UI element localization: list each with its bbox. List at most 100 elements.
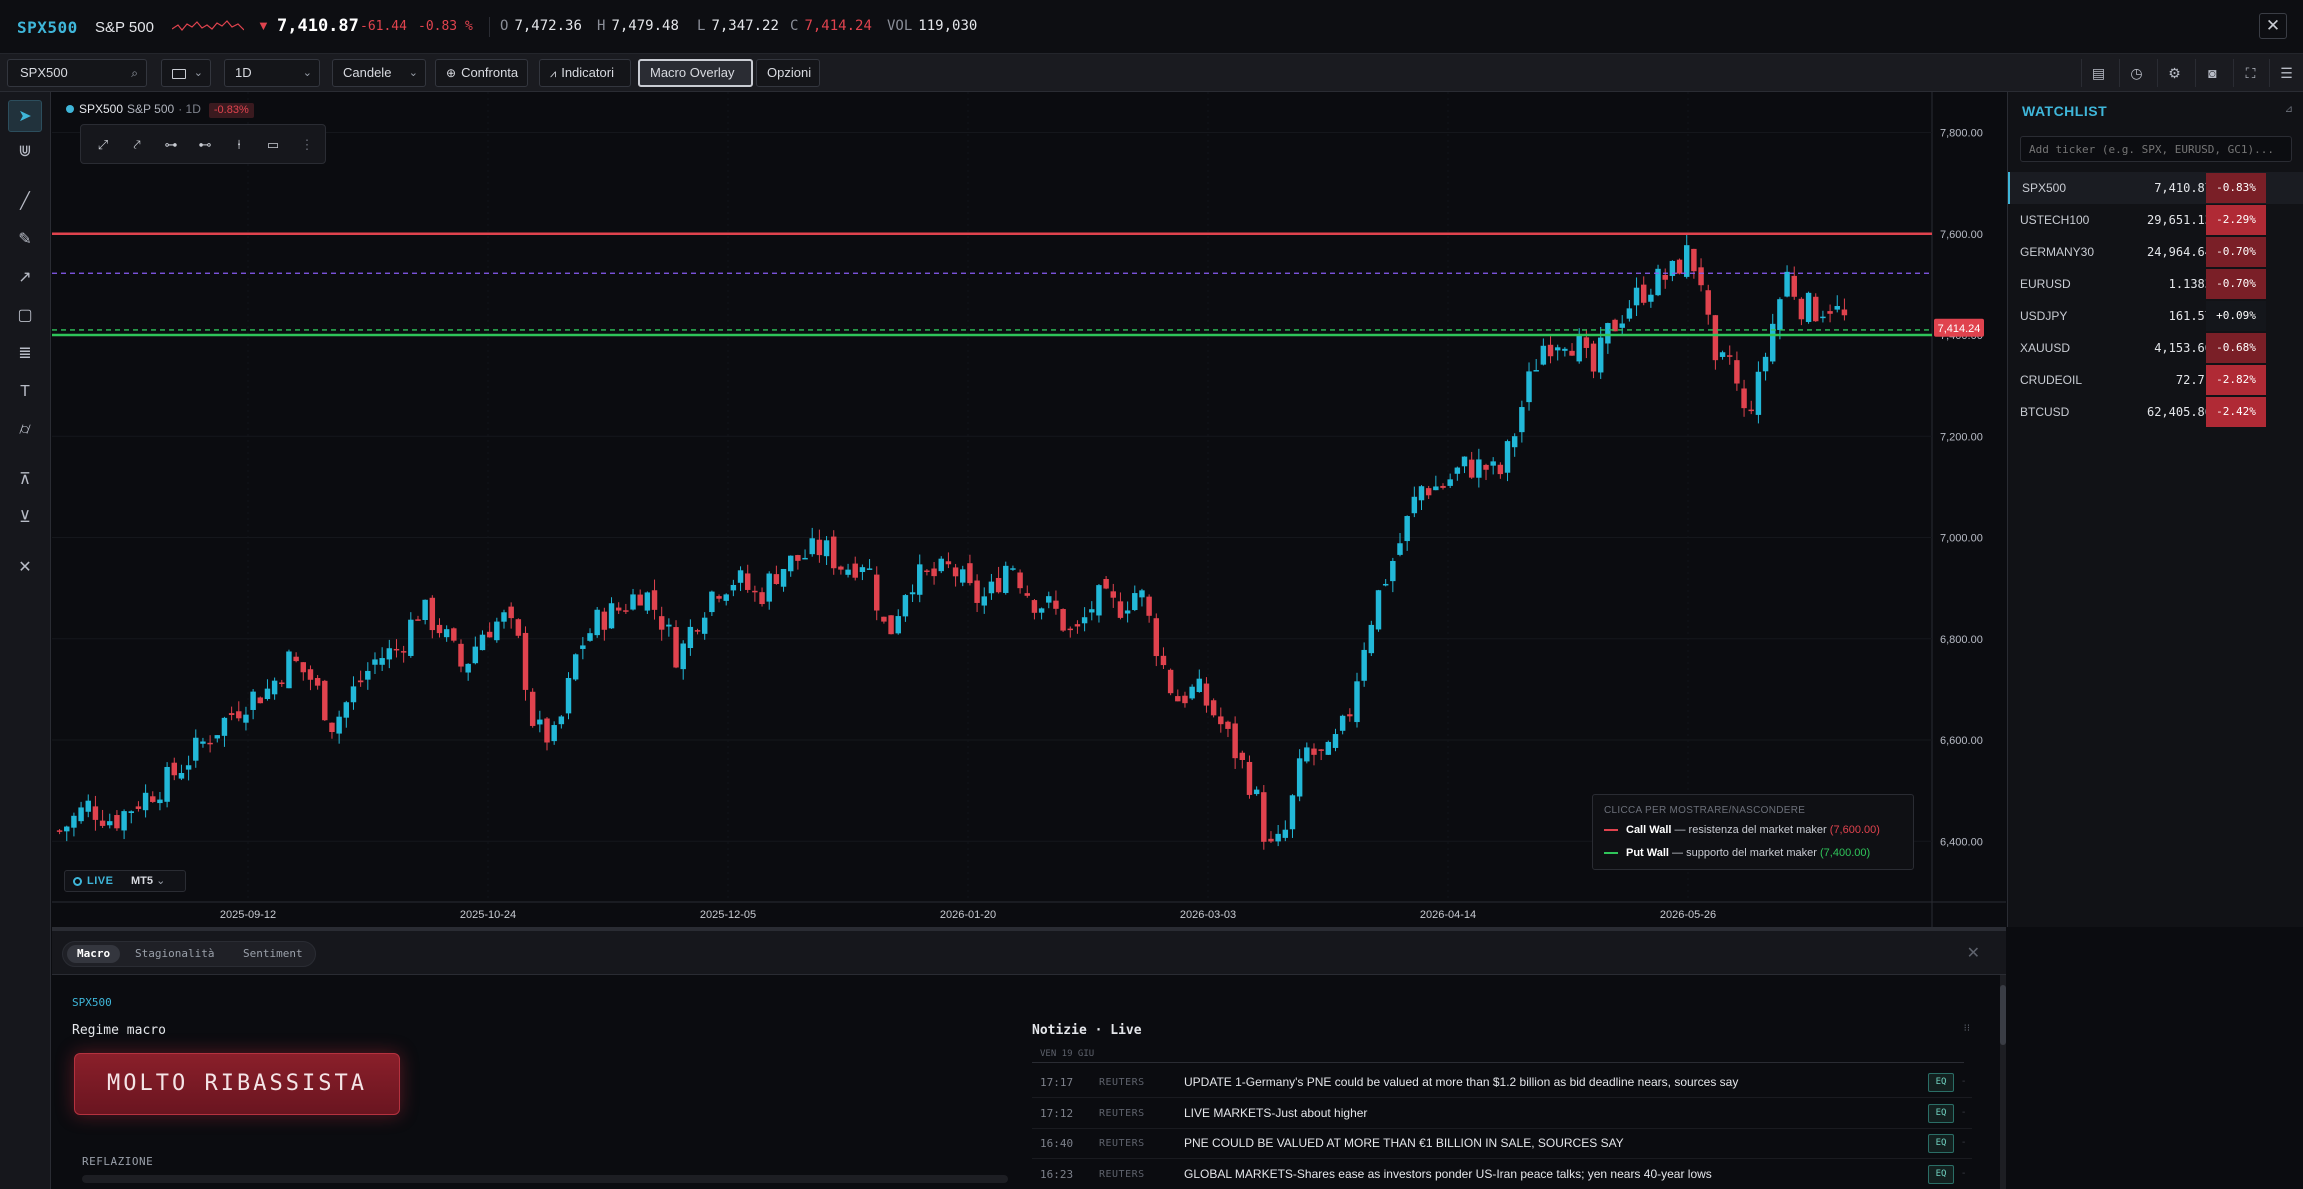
- candle: [773, 574, 780, 584]
- data-source-selector[interactable]: LIVE MT5 ⌄: [64, 870, 186, 892]
- rect-icon[interactable]: ▭: [263, 135, 283, 155]
- candle: [1698, 267, 1704, 286]
- pencil-icon[interactable]: ✎: [8, 224, 42, 256]
- panel-symbol: SPX500: [72, 996, 112, 1009]
- hline-icon[interactable]: ⊶: [161, 135, 181, 155]
- call-wall-entry[interactable]: Call Wall — resistenza del market maker …: [1604, 824, 1880, 836]
- ruler-icon[interactable]: ⌭: [8, 414, 42, 446]
- candle: [1046, 596, 1052, 603]
- y-tick-label: 6,800.00: [1940, 634, 1983, 646]
- clock-icon[interactable]: ◷: [2119, 59, 2153, 87]
- put-wall-entry[interactable]: Put Wall — supporto del market maker (7,…: [1604, 847, 1870, 859]
- candle: [1189, 686, 1195, 699]
- candle: [1562, 348, 1568, 351]
- segment-icon[interactable]: ⤢: [93, 135, 113, 155]
- macro-overlay-button[interactable]: Macro Overlay: [638, 59, 753, 87]
- symbol-search[interactable]: SPX500 ⌕: [7, 59, 147, 87]
- watchlist-row[interactable]: XAUUSD 4,153.60 -0.68%: [2008, 332, 2303, 364]
- scrollbar[interactable]: [2000, 975, 2006, 1189]
- candle: [1583, 337, 1590, 348]
- price-chart[interactable]: 6,400.00 6,600.00 6,800.00 7,000.00 7,200.00…: [52, 92, 2006, 927]
- watchlist-row[interactable]: USTECH100 29,651.13 -2.29%: [2008, 204, 2303, 236]
- put-wall-name: Put Wall: [1626, 847, 1669, 859]
- watchlist-row[interactable]: SPX500 7,410.87 -0.83%: [2008, 172, 2303, 204]
- candle: [1404, 516, 1410, 542]
- close-icon[interactable]: ✕: [1967, 943, 1980, 963]
- watchlist-row[interactable]: GERMANY30 24,964.64 -0.70%: [2008, 236, 2303, 268]
- divider: [1032, 1062, 1964, 1063]
- candle: [895, 616, 901, 634]
- quote-change-pct: -0.83 %: [418, 19, 473, 34]
- quote-symbol: SPX500: [17, 18, 78, 37]
- chart-type-select[interactable]: Candele ⌄: [332, 59, 426, 87]
- vline-icon[interactable]: ⍿: [229, 135, 249, 155]
- news-tag[interactable]: EQ: [1928, 1103, 1954, 1123]
- add-ticker-input[interactable]: [2020, 136, 2292, 162]
- layout-select[interactable]: ⌄: [161, 59, 211, 87]
- walls-legend[interactable]: CLICCA PER MOSTRARE/NASCONDERE Call Wall…: [1592, 794, 1914, 870]
- magnet-icon[interactable]: ⋓: [8, 136, 42, 168]
- tab-sentiment[interactable]: Sentiment: [233, 945, 313, 963]
- fullscreen-icon[interactable]: ⛶: [2233, 59, 2267, 87]
- news-row[interactable]: 17:17 REUTERS UPDATE 1-Germany's PNE could…: [1032, 1068, 1972, 1098]
- news-headline: LIVE MARKETS-Just about higher: [1184, 1105, 1368, 1120]
- news-row[interactable]: 17:12 REUTERS LIVE MARKETS-Just about high…: [1032, 1099, 1972, 1129]
- options-button[interactable]: Opzioni: [756, 59, 820, 87]
- candle: [1060, 609, 1066, 631]
- arrow-icon[interactable]: ↗: [8, 262, 42, 294]
- reflation-label: REFLAZIONE: [82, 1155, 154, 1168]
- news-tag[interactable]: EQ: [1928, 1164, 1954, 1184]
- hray-icon[interactable]: ⊷: [195, 135, 215, 155]
- timeframe-select[interactable]: 1D ⌄: [224, 59, 320, 87]
- long-position-icon[interactable]: ⊼: [8, 464, 42, 496]
- watchlist-row[interactable]: BTCUSD 62,405.86 -2.42%: [2008, 396, 2303, 428]
- gear-icon[interactable]: ⚙: [2157, 59, 2191, 87]
- ray-icon[interactable]: ⤤: [127, 135, 147, 155]
- x-tick-label: 2025-12-05: [700, 909, 756, 921]
- short-position-icon[interactable]: ⊻: [8, 502, 42, 534]
- news-tag[interactable]: EQ: [1928, 1134, 1954, 1153]
- candle: [1705, 290, 1711, 315]
- fibonacci-icon[interactable]: ≣: [8, 338, 42, 370]
- regime-title: Regime macro: [72, 1023, 166, 1038]
- candle: [1805, 292, 1812, 322]
- candle: [329, 722, 335, 733]
- menu-icon[interactable]: ☰: [2269, 59, 2303, 87]
- tab-macro[interactable]: Macro: [67, 945, 121, 963]
- regime-badge: MOLTO RIBASSISTA: [74, 1053, 400, 1115]
- expand-icon[interactable]: ⁝⁝: [1964, 1023, 1970, 1034]
- legend-symbol: SPX500: [79, 102, 124, 116]
- candle: [931, 568, 937, 577]
- camera-icon[interactable]: ◙: [2195, 59, 2229, 87]
- more-icon[interactable]: ⋮: [297, 135, 317, 155]
- watchlist-price: 62,405.86: [2146, 405, 2212, 419]
- watchlist-row[interactable]: CRUDEOIL 72.71 -2.82%: [2008, 364, 2303, 396]
- compare-button[interactable]: ⊕ Confronta: [435, 59, 528, 87]
- candle: [415, 619, 421, 621]
- close-icon[interactable]: ✕: [2259, 13, 2287, 39]
- candle: [759, 592, 765, 605]
- indicators-button[interactable]: ⩘ Indicatori: [539, 59, 631, 87]
- candle: [78, 807, 84, 822]
- news-row[interactable]: 16:40 REUTERS PNE COULD BE VALUED AT MORE …: [1032, 1129, 1972, 1159]
- cursor-icon[interactable]: ➤: [8, 100, 42, 132]
- news-row[interactable]: 16:23 REUTERS GLOBAL MARKETS-Shares ease a…: [1032, 1160, 1972, 1189]
- watchlist-row[interactable]: USDJPY 161.57 +0.09%: [2008, 300, 2303, 332]
- watchlist-row[interactable]: EURUSD 1.1383 -0.70%: [2008, 268, 2303, 300]
- y-tick-label: 7,800.00: [1940, 128, 1983, 140]
- layout-icon[interactable]: ▤: [2081, 59, 2115, 87]
- divider: -: [1962, 1167, 1966, 1179]
- tab-stagionalita[interactable]: Stagionalità: [125, 945, 224, 963]
- rectangle-icon[interactable]: ▢: [8, 300, 42, 332]
- call-wall-name: Call Wall: [1626, 824, 1672, 836]
- candle: [766, 573, 772, 602]
- remove-drawings-icon[interactable]: ✕: [8, 552, 42, 584]
- text-icon[interactable]: T: [8, 376, 42, 408]
- pin-icon[interactable]: ⊿: [2285, 104, 2293, 115]
- trendline-icon[interactable]: ╱: [8, 186, 42, 218]
- candle: [1124, 610, 1131, 614]
- candle: [1511, 436, 1518, 448]
- watchlist-panel: WATCHLIST ⊿ SPX5007,410.87-0.83%USTECH10…: [2007, 92, 2303, 927]
- news-tag[interactable]: EQ: [1928, 1073, 1954, 1092]
- watchlist-change: -0.70%: [2206, 269, 2266, 299]
